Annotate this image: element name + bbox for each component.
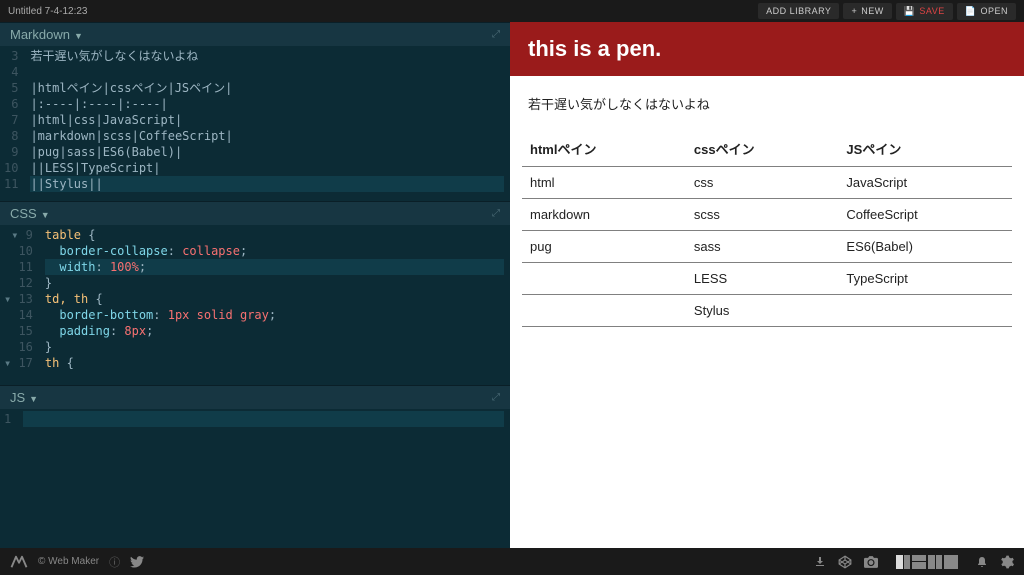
save-icon: 💾 [904, 6, 916, 17]
editor-column: Markdown▼ ⤢ 34567891011 若干遅い気がしなくはないよね|h… [0, 22, 510, 548]
bell-icon[interactable] [976, 555, 988, 569]
layout-option-2[interactable] [912, 555, 926, 569]
new-button[interactable]: +NEW [843, 3, 891, 19]
help-icon[interactable]: ⓘ [109, 554, 120, 570]
layout-toggle-group [896, 555, 958, 569]
expand-icon[interactable]: ⤢ [492, 29, 500, 40]
table-row: pugsassES6(Babel) [522, 231, 1012, 263]
preview-pane: this is a pen. 若干遅い気がしなくはないよね htmlペインcss… [510, 22, 1024, 548]
topbar: Untitled 7-4-12:23 ADD LIBRARY +NEW 💾SAV… [0, 0, 1024, 22]
plus-icon: + [851, 6, 857, 16]
expand-icon[interactable]: ⤢ [492, 392, 500, 403]
logo-icon [10, 555, 28, 569]
save-button[interactable]: 💾SAVE [896, 3, 953, 20]
expand-icon[interactable]: ⤢ [492, 208, 500, 219]
chevron-down-icon: ▼ [29, 394, 38, 404]
bottombar: © Web Maker ⓘ [0, 548, 1024, 575]
gear-icon[interactable] [1000, 555, 1014, 569]
download-icon[interactable] [814, 556, 826, 568]
table-row: htmlcssJavaScript [522, 167, 1012, 199]
table-row: Stylus [522, 295, 1012, 327]
preview-table: htmlペインcssペインJSペイン htmlcssJavaScriptmark… [522, 131, 1012, 327]
table-header: htmlペイン [522, 131, 686, 167]
preview-heading: this is a pen. [510, 22, 1024, 76]
js-pane-header[interactable]: JS▼ ⤢ [0, 385, 510, 409]
layout-option-4[interactable] [944, 555, 958, 569]
credit-text: © Web Maker [38, 556, 99, 567]
css-pane-header[interactable]: CSS▼ ⤢ [0, 201, 510, 225]
layout-option-3[interactable] [928, 555, 942, 569]
table-header: JSペイン [838, 131, 1012, 167]
camera-icon[interactable] [864, 556, 878, 568]
project-title[interactable]: Untitled 7-4-12:23 [8, 6, 754, 17]
chevron-down-icon: ▼ [74, 31, 83, 41]
layout-option-1[interactable] [896, 555, 910, 569]
table-header: cssペイン [686, 131, 839, 167]
add-library-button[interactable]: ADD LIBRARY [758, 3, 839, 19]
chevron-down-icon: ▼ [41, 210, 50, 220]
js-editor[interactable]: 1 [0, 409, 510, 548]
markdown-pane-header[interactable]: Markdown▼ ⤢ [0, 22, 510, 46]
table-row: LESSTypeScript [522, 263, 1012, 295]
codepen-icon[interactable] [838, 555, 852, 569]
css-editor[interactable]: ▾ 9 10 11 12▾ 13 14 15 16▾ 17 table { bo… [0, 225, 510, 385]
markdown-editor[interactable]: 34567891011 若干遅い気がしなくはないよね|htmlペイン|cssペイ… [0, 46, 510, 201]
preview-paragraph: 若干遅い気がしなくはないよね [522, 94, 1012, 113]
folder-icon: 📄 [965, 6, 977, 17]
open-button[interactable]: 📄OPEN [957, 3, 1016, 20]
table-row: markdownscssCoffeeScript [522, 199, 1012, 231]
twitter-icon[interactable] [130, 556, 144, 568]
